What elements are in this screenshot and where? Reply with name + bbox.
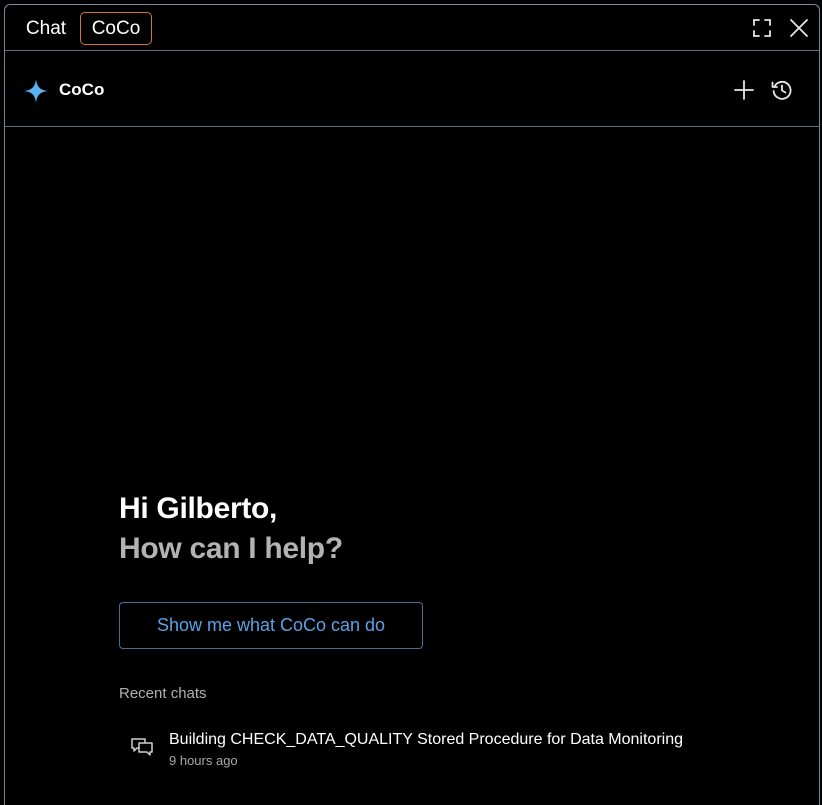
recent-chat-item[interactable]: Building CHECK_DATA_QUALITY Stored Proce… [127, 730, 767, 774]
history-button[interactable] [769, 77, 795, 103]
recent-chats-label: Recent chats [119, 685, 207, 702]
coco-panel: Chat CoCo CoCo Hi Gilberto, How can I he… [4, 4, 820, 805]
expand-icon [753, 19, 771, 37]
new-chat-button[interactable] [731, 77, 757, 103]
tab-bar: Chat CoCo [5, 5, 819, 51]
tab-chat-label: Chat [25, 17, 67, 39]
history-icon [771, 80, 792, 100]
plus-icon [734, 80, 754, 100]
help-prompt: How can I help? [119, 532, 343, 565]
chat-bubbles-icon [131, 738, 153, 756]
sparkle-icon [24, 79, 48, 103]
show-capabilities-button[interactable]: Show me what CoCo can do [119, 602, 423, 649]
tab-chat[interactable]: Chat [14, 12, 78, 45]
expand-button[interactable] [749, 15, 775, 41]
greeting-heading: Hi Gilberto, [119, 492, 278, 525]
panel-title: CoCo [59, 80, 105, 99]
close-button[interactable] [786, 15, 812, 41]
close-icon [790, 19, 808, 37]
recent-chat-title: Building CHECK_DATA_QUALITY Stored Proce… [169, 731, 684, 748]
recent-chat-time: 9 hours ago [169, 753, 238, 768]
tab-coco[interactable]: CoCo [80, 12, 152, 45]
panel-header: CoCo [5, 51, 819, 127]
tab-coco-label: CoCo [91, 17, 141, 39]
